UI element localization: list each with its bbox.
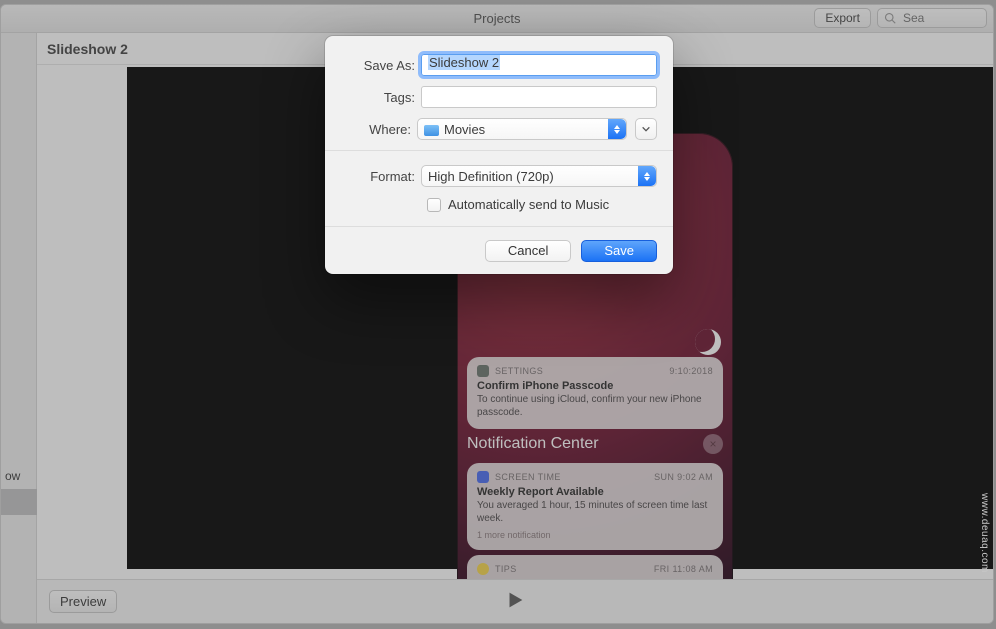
- export-button[interactable]: Export: [814, 8, 871, 28]
- titlebar: Projects Export: [1, 5, 993, 33]
- disclosure-button[interactable]: [635, 118, 657, 140]
- notif-app-label: SCREEN TIME: [495, 472, 561, 482]
- save-button[interactable]: Save: [581, 240, 657, 262]
- chevron-updown-icon: [608, 119, 626, 139]
- where-label: Where:: [341, 122, 417, 137]
- screentime-app-icon: [477, 471, 489, 483]
- format-popup[interactable]: High Definition (720p): [421, 165, 657, 187]
- chevron-updown-icon: [638, 166, 656, 186]
- auto-send-checkbox[interactable]: [427, 198, 441, 212]
- close-icon[interactable]: ×: [703, 434, 723, 454]
- format-value: High Definition (720p): [428, 169, 554, 184]
- tags-input[interactable]: [421, 86, 657, 108]
- save-dialog: Save As: Slideshow 2 Tags: Where: Movies: [325, 36, 673, 274]
- cancel-button[interactable]: Cancel: [485, 240, 571, 262]
- notif-app-label: SETTINGS: [495, 366, 543, 376]
- sidebar-item-slideshow[interactable]: ow: [1, 463, 37, 489]
- notif-title: Weekly Report Available: [477, 486, 713, 498]
- sidebar-item-label: ow: [5, 469, 20, 483]
- save-as-value: Slideshow 2: [428, 55, 500, 70]
- nc-title: Notification Center: [467, 435, 599, 453]
- where-value: Movies: [444, 122, 485, 137]
- play-icon[interactable]: [504, 589, 526, 614]
- save-as-input[interactable]: Slideshow 2: [421, 54, 657, 76]
- bottom-toolbar: Preview: [37, 579, 993, 623]
- auto-send-label: Automatically send to Music: [448, 197, 609, 212]
- tags-label: Tags:: [341, 90, 421, 105]
- notification-center-header: Notification Center ×: [467, 434, 723, 454]
- notif-time: Fri 11:08 AM: [654, 564, 713, 574]
- tips-app-icon: [477, 563, 489, 575]
- notif-sub: 1 more notification: [477, 530, 713, 540]
- settings-app-icon: [477, 365, 489, 377]
- where-popup[interactable]: Movies: [417, 118, 627, 140]
- notif-time: 9:10:2018: [669, 366, 713, 376]
- notif-body: You averaged 1 hour, 15 minutes of scree…: [477, 500, 713, 525]
- notification-settings: SETTINGS 9:10:2018 Confirm iPhone Passco…: [467, 357, 723, 429]
- search-field[interactable]: [877, 8, 987, 28]
- notif-time: Sun 9:02 AM: [654, 472, 713, 482]
- search-icon: [884, 12, 896, 24]
- folder-icon: [424, 125, 439, 136]
- notif-app-label: TIPS: [495, 564, 517, 574]
- notif-title: Confirm iPhone Passcode: [477, 380, 713, 392]
- notification-screentime: SCREEN TIME Sun 9:02 AM Weekly Report Av…: [467, 463, 723, 550]
- moon-icon: [695, 329, 721, 355]
- divider: [325, 150, 673, 151]
- sidebar: ow: [1, 33, 37, 623]
- preview-button[interactable]: Preview: [49, 590, 117, 613]
- format-label: Format:: [341, 169, 421, 184]
- search-input[interactable]: [901, 10, 981, 26]
- watermark: www.deuaq.com: [979, 493, 990, 573]
- notif-body: To continue using iCloud, confirm your n…: [477, 394, 713, 419]
- save-as-label: Save As:: [341, 58, 421, 73]
- window-title: Projects: [474, 11, 521, 26]
- sidebar-item-selected[interactable]: [1, 489, 37, 515]
